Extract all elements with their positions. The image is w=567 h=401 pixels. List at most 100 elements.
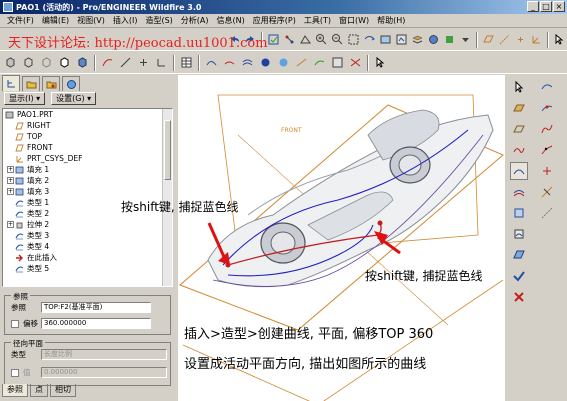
shade-analysis-button[interactable] bbox=[275, 54, 292, 71]
help-button[interactable] bbox=[552, 31, 567, 48]
tab-web[interactable] bbox=[62, 76, 80, 91]
tree-item[interactable]: + 填充 1 bbox=[3, 164, 172, 175]
tab-points[interactable]: 点 bbox=[30, 384, 48, 397]
expand-toggle-icon[interactable]: + bbox=[7, 221, 14, 228]
tab-model-tree[interactable] bbox=[2, 75, 20, 91]
shading-button[interactable] bbox=[74, 54, 91, 71]
sketch-toggle-button[interactable] bbox=[282, 31, 297, 48]
menu-insert[interactable]: 插入(I) bbox=[109, 15, 142, 26]
menu-analysis[interactable]: 分析(A) bbox=[177, 15, 213, 26]
boundary-surface-button[interactable] bbox=[510, 246, 528, 264]
arc-button[interactable] bbox=[510, 183, 528, 201]
select-tool-button[interactable] bbox=[510, 78, 528, 96]
tree-item[interactable]: TOP bbox=[3, 131, 172, 142]
appearance-button[interactable] bbox=[426, 31, 441, 48]
whats-this-button[interactable] bbox=[372, 54, 389, 71]
curvature-button[interactable] bbox=[203, 54, 220, 71]
menu-window[interactable]: 窗口(W) bbox=[335, 15, 373, 26]
spin-button[interactable] bbox=[362, 31, 377, 48]
hidden-line-button[interactable] bbox=[38, 54, 55, 71]
trim-button[interactable] bbox=[538, 183, 556, 201]
tree-item[interactable]: + 填充 3 bbox=[3, 186, 172, 197]
tree-item[interactable]: 类型 3 bbox=[3, 230, 172, 241]
regenerate-button[interactable] bbox=[266, 31, 281, 48]
internal-plane-button[interactable] bbox=[510, 120, 528, 138]
view-manager-button[interactable] bbox=[378, 31, 393, 48]
table-button[interactable] bbox=[178, 54, 195, 71]
graphics-window[interactable]: FRONT bbox=[178, 75, 505, 401]
spline-button[interactable] bbox=[538, 120, 556, 138]
zoom-out-button[interactable] bbox=[330, 31, 345, 48]
cancel-style-button[interactable] bbox=[510, 288, 528, 306]
view-dropdown-button[interactable] bbox=[458, 31, 473, 48]
saved-views-button[interactable] bbox=[394, 31, 409, 48]
datum-point-display-button[interactable] bbox=[513, 31, 528, 48]
menu-info[interactable]: 信息(N) bbox=[213, 15, 249, 26]
tree-item[interactable]: + 填充 2 bbox=[3, 175, 172, 186]
saved-analysis-button[interactable] bbox=[329, 54, 346, 71]
datum-plane-display-button[interactable] bbox=[481, 31, 496, 48]
connect-button[interactable] bbox=[538, 204, 556, 222]
curve-point-button[interactable] bbox=[538, 99, 556, 117]
menu-tools[interactable]: 工具(T) bbox=[300, 15, 335, 26]
done-button[interactable] bbox=[510, 267, 528, 285]
orient-button[interactable] bbox=[298, 31, 313, 48]
tree-item[interactable]: 类型 5 bbox=[3, 263, 172, 274]
curve-through-points-button[interactable] bbox=[538, 141, 556, 159]
slope-button[interactable] bbox=[311, 54, 328, 71]
offset-button[interactable] bbox=[239, 54, 256, 71]
tab-favorites[interactable] bbox=[42, 76, 60, 91]
offset-value-field[interactable]: 360.000000 bbox=[41, 318, 151, 329]
menu-help[interactable]: 帮助(H) bbox=[373, 15, 409, 26]
type-select[interactable]: 长度比例 bbox=[41, 349, 167, 360]
menu-applications[interactable]: 应用程序(P) bbox=[249, 15, 300, 26]
layers-button[interactable] bbox=[410, 31, 425, 48]
file-new-button[interactable] bbox=[2, 54, 19, 71]
reference-field[interactable]: TOP:F2(基准平面) bbox=[41, 302, 151, 313]
car-body[interactable] bbox=[207, 114, 494, 288]
menu-edit[interactable]: 编辑(E) bbox=[38, 15, 73, 26]
style-csys-button[interactable] bbox=[153, 54, 170, 71]
repaint-button[interactable] bbox=[442, 31, 457, 48]
sketch-curve-button[interactable] bbox=[538, 78, 556, 96]
draft-button[interactable] bbox=[293, 54, 310, 71]
drop-curve-button[interactable] bbox=[510, 225, 528, 243]
style-curve-button[interactable] bbox=[99, 54, 116, 71]
datum-axis-display-button[interactable] bbox=[497, 31, 512, 48]
active-plane-button[interactable] bbox=[510, 99, 528, 117]
curve-end-point[interactable] bbox=[377, 220, 383, 226]
settings-dropdown[interactable]: 设置(G) ▾ bbox=[51, 92, 97, 105]
tree-item[interactable]: FRONT bbox=[3, 142, 172, 153]
show-dropdown[interactable]: 显示(I) ▾ bbox=[4, 92, 46, 105]
expand-toggle-icon[interactable]: + bbox=[7, 177, 14, 184]
style-point-button[interactable] bbox=[135, 54, 152, 71]
zoom-in-button[interactable] bbox=[314, 31, 329, 48]
maximize-button[interactable]: □ bbox=[540, 1, 552, 12]
menu-file[interactable]: 文件(F) bbox=[3, 15, 38, 26]
refit-button[interactable] bbox=[346, 31, 361, 48]
offset-checkbox[interactable] bbox=[11, 319, 19, 328]
car-model-view[interactable]: FRONT bbox=[178, 75, 505, 401]
tab-references[interactable]: 参照 bbox=[2, 384, 28, 397]
circle-curve-button[interactable] bbox=[510, 162, 528, 180]
tree-item[interactable]: + 拉伸 2 bbox=[3, 219, 172, 230]
menu-view[interactable]: 视图(V) bbox=[73, 15, 109, 26]
tree-item[interactable]: PRT_CSYS_DEF bbox=[3, 153, 172, 164]
tree-item[interactable]: PAO1.PRT bbox=[3, 109, 172, 120]
edit-curve-button[interactable] bbox=[510, 204, 528, 222]
menu-style[interactable]: 造型(S) bbox=[141, 15, 176, 26]
section-button[interactable] bbox=[221, 54, 238, 71]
hide-all-button[interactable] bbox=[347, 54, 364, 71]
close-button[interactable]: × bbox=[553, 1, 565, 12]
datum-point-tool-button[interactable] bbox=[538, 162, 556, 180]
reflection-button[interactable] bbox=[257, 54, 274, 71]
create-curve-button[interactable] bbox=[510, 141, 528, 159]
tree-item[interactable]: RIGHT bbox=[3, 120, 172, 131]
expand-toggle-icon[interactable]: + bbox=[7, 188, 14, 195]
tree-item[interactable]: 在此插入 bbox=[3, 252, 172, 263]
tree-item[interactable]: 类型 4 bbox=[3, 241, 172, 252]
no-hidden-button[interactable] bbox=[56, 54, 73, 71]
csys-display-button[interactable] bbox=[529, 31, 544, 48]
expand-toggle-icon[interactable]: + bbox=[7, 166, 14, 173]
value-field[interactable]: 0.000000 bbox=[41, 367, 167, 378]
